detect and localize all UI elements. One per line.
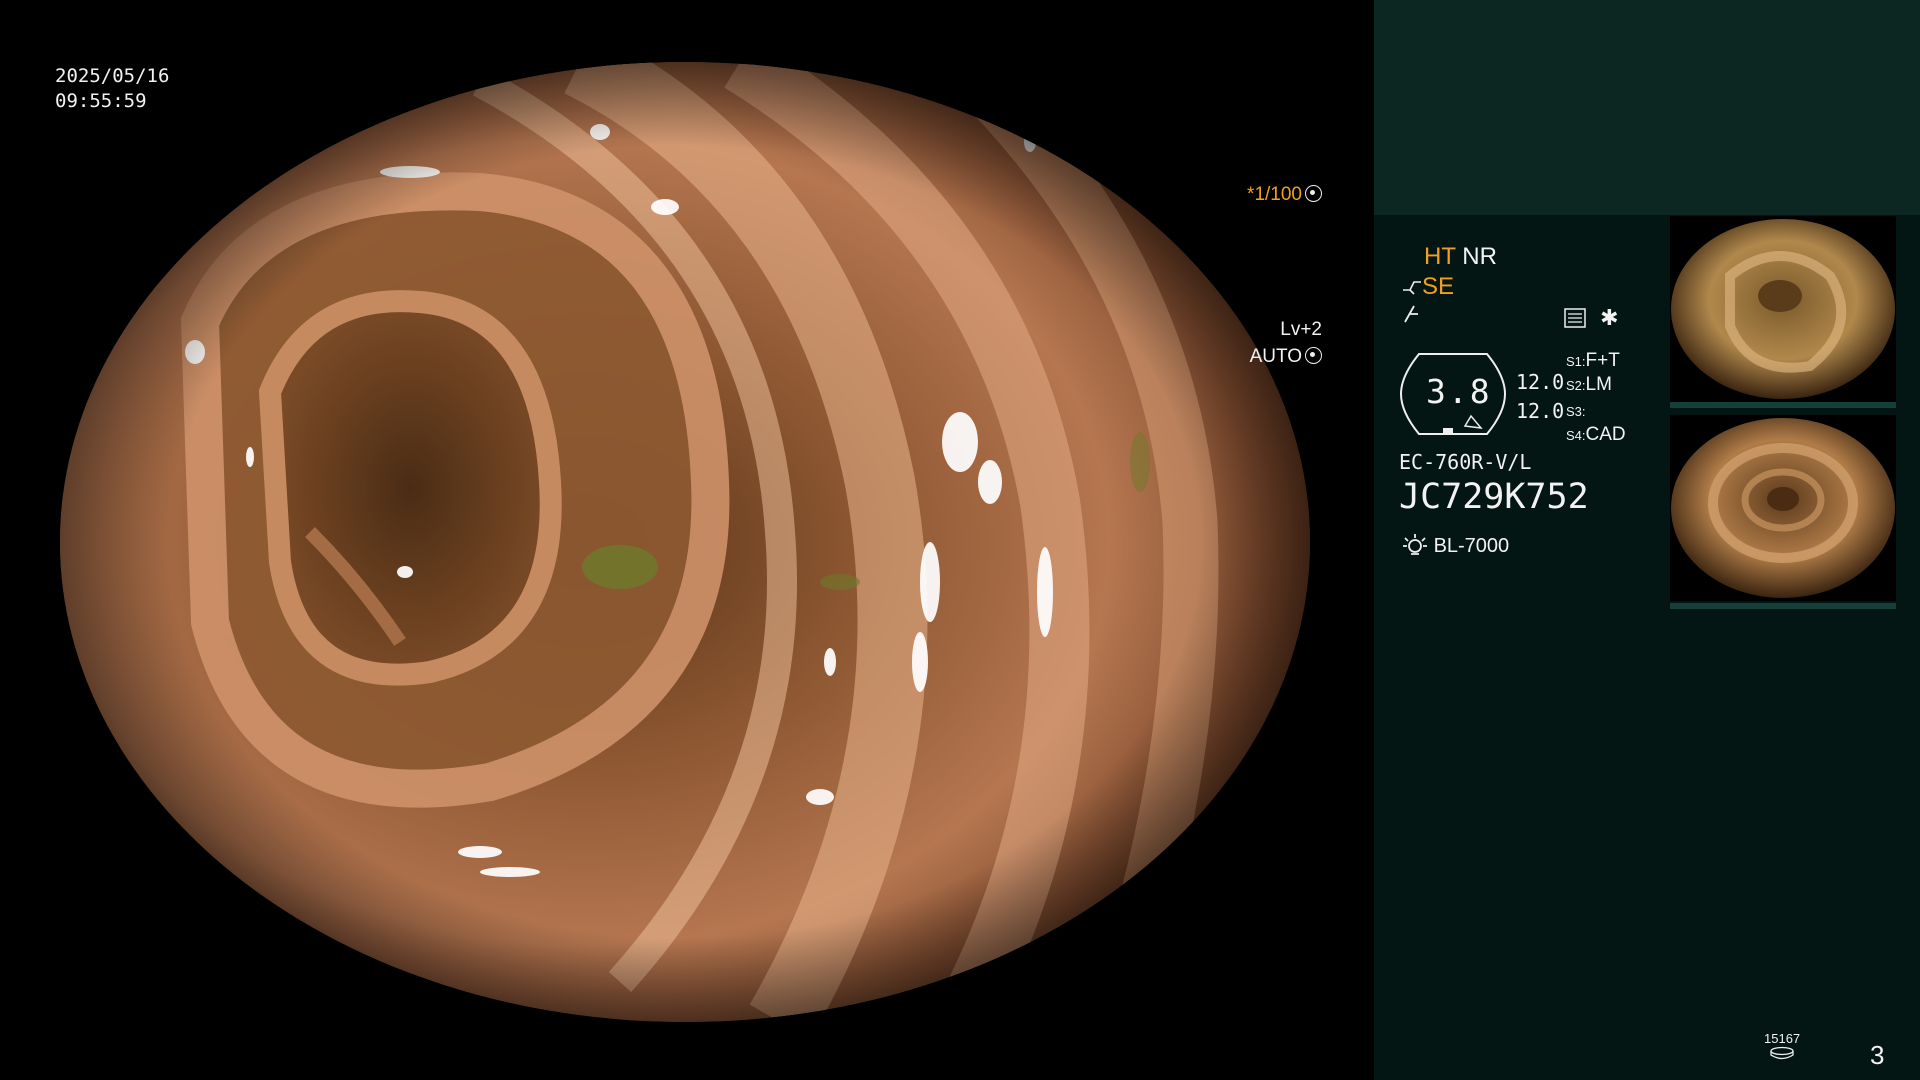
switch-value: F+T xyxy=(1585,350,1620,371)
thumbnail-divider xyxy=(1670,402,1896,408)
endoscopic-image xyxy=(60,62,1310,1022)
iris-icon xyxy=(1305,347,1322,364)
colon-mucosa-image xyxy=(60,62,1310,1022)
aperture-icon xyxy=(1305,185,1322,202)
datetime-overlay: 2025/05/16 09:55:59 xyxy=(55,64,169,114)
switch-row-3: S3: xyxy=(1566,400,1586,422)
freeze-row xyxy=(1402,303,1422,331)
scope-serial: JC729K752 xyxy=(1399,477,1589,517)
shutter-row: *1/100 xyxy=(1215,154,1322,235)
switch-key: S4: xyxy=(1566,428,1586,443)
switch-key: S3: xyxy=(1566,404,1586,419)
enhancement-modes: HT NR xyxy=(1424,243,1497,271)
lamp-icon xyxy=(1403,534,1427,555)
shutter-speed: 1/100 xyxy=(1254,184,1302,205)
list-icon xyxy=(1564,308,1586,328)
auto-label: AUTO xyxy=(1249,346,1302,367)
switch-row-1: S1:F+T xyxy=(1566,350,1620,372)
exposure-overlay: *1/100 Lv+2 AUTO xyxy=(1215,100,1322,451)
endoscope-live-view: 2025/05/16 09:55:59 *1/100 Lv+2 AUTO xyxy=(0,0,1372,1080)
switch-row-4: S4:CAD xyxy=(1566,424,1626,446)
switch-row-2: S2:LM xyxy=(1566,374,1612,396)
scope-model: EC-760R-V/L xyxy=(1399,450,1532,474)
thumbnail-divider xyxy=(1670,603,1896,609)
gauge-value: 3.8 xyxy=(1426,372,1492,411)
lightning-icon xyxy=(1404,305,1418,323)
se-mode-row: SE xyxy=(1402,273,1454,301)
level-label: Lv+2 xyxy=(1280,319,1322,340)
status-symbols: ✱ xyxy=(1564,305,1619,331)
nr-mode: NR xyxy=(1462,243,1497,270)
light-source-row: BL-7000 xyxy=(1402,532,1509,558)
image-counter: 15167 xyxy=(1764,1032,1800,1063)
level-row: Lv+2 AUTO xyxy=(1215,289,1322,397)
light-source-name: BL-7000 xyxy=(1433,535,1510,557)
time-text: 09:55:59 xyxy=(55,90,147,112)
page-number: 3 xyxy=(1870,1040,1885,1070)
info-panel: HT NR SE ✱ 3.8 12.0 12.0 S1:F+T S2:LM S3… xyxy=(1374,0,1920,1080)
disk-icon xyxy=(1770,1046,1794,1060)
scope-bend-icon xyxy=(1403,281,1421,295)
panel-header-area xyxy=(1374,0,1920,215)
gauge-reading-2: 12.0 xyxy=(1516,399,1565,423)
thumbnail-image xyxy=(1671,418,1895,598)
switch-key: S2: xyxy=(1566,378,1586,393)
thumbnail-image xyxy=(1671,219,1895,399)
switch-value: CAD xyxy=(1585,424,1626,445)
gauge-reading-1: 12.0 xyxy=(1516,370,1565,394)
asterisk-icon: ✱ xyxy=(1600,305,1619,330)
captured-thumbnail-2[interactable] xyxy=(1670,415,1896,601)
switch-value: LM xyxy=(1585,374,1612,395)
ht-mode: HT xyxy=(1424,243,1456,270)
date-text: 2025/05/16 xyxy=(55,65,170,87)
switch-key: S1: xyxy=(1566,354,1586,369)
counter-value: 15167 xyxy=(1764,1031,1801,1046)
se-mode: SE xyxy=(1422,273,1455,300)
captured-thumbnail-1[interactable] xyxy=(1670,216,1896,402)
